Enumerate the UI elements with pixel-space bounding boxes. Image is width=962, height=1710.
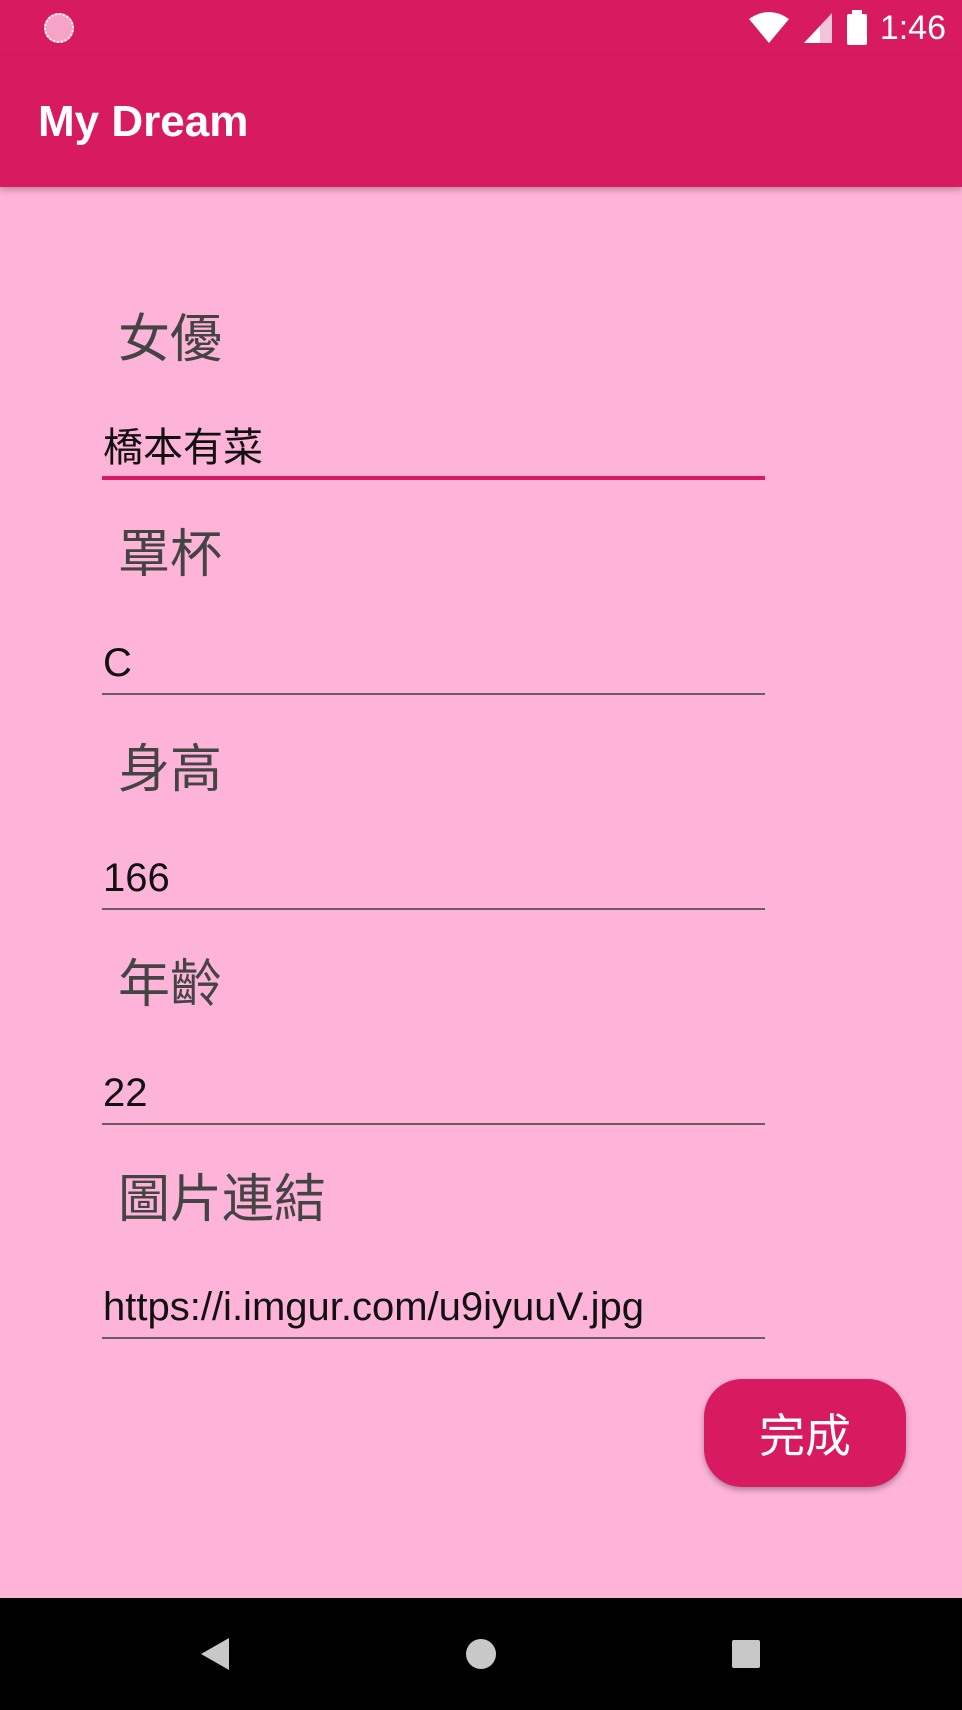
navigation-bar [0, 1598, 962, 1710]
status-time: 1:46 [879, 8, 946, 47]
battery-icon [846, 10, 867, 45]
height-label: 身高 [118, 740, 223, 800]
status-bar: 1:46 [0, 0, 962, 57]
recents-icon [732, 1640, 760, 1668]
app-title: My Dream [38, 97, 249, 146]
image-link-field[interactable]: https://i.imgur.com/u9iyuuV.jpg [102, 1279, 765, 1339]
age-label: 年齡 [118, 955, 223, 1015]
image-link-label: 圖片連結 [118, 1170, 327, 1230]
cell-signal-icon [803, 13, 832, 43]
cup-label: 罩杯 [118, 525, 223, 585]
done-button[interactable]: 完成 [704, 1379, 906, 1487]
recents-button[interactable] [706, 1598, 786, 1710]
notification-icon [44, 13, 74, 43]
app-bar: My Dream [0, 57, 962, 187]
actress-label: 女優 [118, 310, 223, 370]
cup-field[interactable]: C [102, 635, 765, 695]
back-icon [201, 1638, 229, 1670]
height-field[interactable]: 166 [102, 850, 765, 910]
wifi-icon [748, 12, 789, 43]
back-button[interactable] [175, 1598, 255, 1710]
home-button[interactable] [441, 1598, 521, 1710]
age-field[interactable]: 22 [102, 1065, 765, 1125]
actress-field[interactable]: 橋本有菜 [102, 420, 765, 480]
home-icon [466, 1639, 496, 1669]
